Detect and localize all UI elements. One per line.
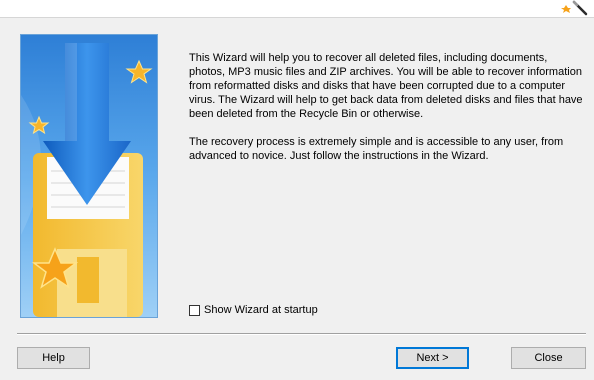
download-floppy-illustration	[21, 35, 157, 317]
wizard-wand-icon	[561, 0, 588, 16]
wizard-banner-image	[20, 34, 158, 318]
checkbox-box[interactable]	[189, 304, 200, 316]
description-paragraph-2: The recovery process is extremely simple…	[189, 136, 564, 162]
show-wizard-at-startup-checkbox[interactable]: Show Wizard at startup	[189, 303, 318, 317]
next-button[interactable]: Next >	[396, 347, 469, 369]
close-button[interactable]: Close	[511, 347, 586, 369]
help-button[interactable]: Help	[17, 347, 90, 369]
show-wizard-at-startup-label: Show Wizard at startup	[204, 304, 318, 316]
footer-divider	[17, 333, 586, 335]
header-band	[0, 0, 594, 18]
wizard-description: This Wizard will help you to recover all…	[189, 51, 584, 177]
description-paragraph-1: This Wizard will help you to recover all…	[189, 52, 583, 120]
